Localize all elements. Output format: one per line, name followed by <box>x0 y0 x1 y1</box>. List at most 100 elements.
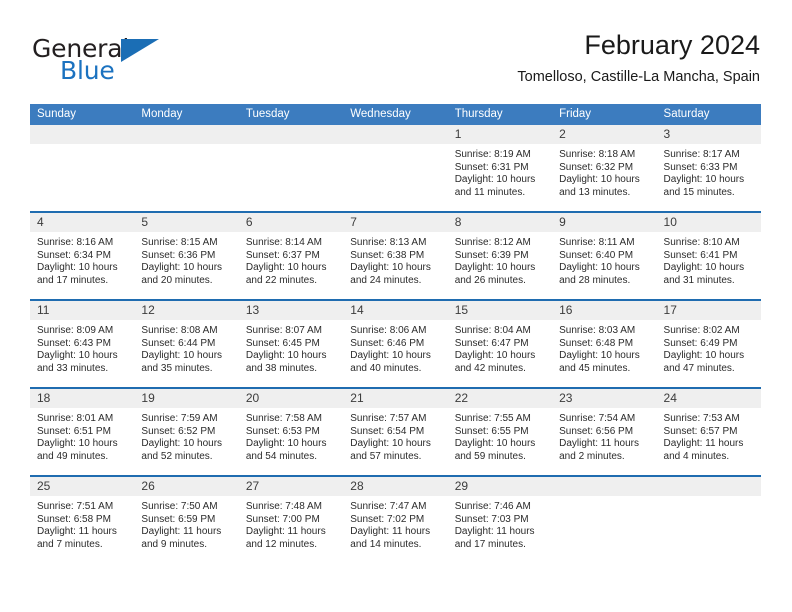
daylight-text: Daylight: 10 hours and 49 minutes. <box>37 438 118 462</box>
day-number-band: 12 <box>134 301 239 320</box>
day-sun-info: Sunrise: 8:02 AM Sunset: 6:49 PM Daylight:… <box>657 320 761 375</box>
day-number-band: 27 <box>238 477 344 496</box>
daylight-text: Daylight: 10 hours and 28 minutes. <box>559 262 640 286</box>
day-number-band: 15 <box>447 301 553 320</box>
day-sun-info: Sunrise: 8:18 AM Sunset: 6:32 PM Daylight:… <box>552 144 656 199</box>
daylight-text: Daylight: 10 hours and 45 minutes. <box>559 350 640 374</box>
day-number-band: 5 <box>134 213 239 232</box>
day-sun-info: Sunrise: 8:17 AM Sunset: 6:33 PM Daylight:… <box>657 144 761 199</box>
day-number: 19 <box>141 391 155 405</box>
day-number: 24 <box>663 391 677 405</box>
calendar-day-cell[interactable]: 6 Sunrise: 8:14 AM Sunset: 6:37 PM Daylight… <box>238 213 344 299</box>
calendar-day-cell[interactable]: 19 Sunrise: 7:59 AM Sunset: 6:52 PM Dayligh… <box>134 389 239 475</box>
calendar-day-cell[interactable]: 10 Sunrise: 8:10 AM Sunset: 6:41 PM Dayligh… <box>656 213 761 299</box>
calendar-day-cell[interactable]: 2 Sunrise: 8:18 AM Sunset: 6:32 PM Daylight… <box>552 125 657 211</box>
sunset-text: Sunset: 6:47 PM <box>454 337 529 349</box>
day-number-band <box>238 125 344 144</box>
page-title: February 2024 <box>584 30 760 60</box>
sunset-text: Sunset: 6:58 PM <box>37 513 111 525</box>
sunrise-text: Sunrise: 8:04 AM <box>454 325 531 336</box>
calendar-day-cell[interactable]: 25 Sunrise: 7:51 AM Sunset: 6:58 PM Dayligh… <box>30 477 135 563</box>
daylight-text: Daylight: 10 hours and 24 minutes. <box>350 262 431 286</box>
day-number-band: 16 <box>552 301 657 320</box>
calendar-page: General Blue February 2024 Tomelloso, Ca… <box>0 0 792 612</box>
day-number: 18 <box>37 391 51 405</box>
day-number: 11 <box>37 303 50 317</box>
daylight-text: Daylight: 11 hours and 17 minutes. <box>454 526 535 550</box>
calendar-day-cell[interactable]: 15 Sunrise: 8:04 AM Sunset: 6:47 PM Dayligh… <box>447 301 553 387</box>
sunset-text: Sunset: 6:51 PM <box>37 425 111 437</box>
calendar-day-cell[interactable]: 8 Sunrise: 8:12 AM Sunset: 6:39 PM Daylight… <box>447 213 553 299</box>
sunset-text: Sunset: 7:02 PM <box>350 513 425 525</box>
sunrise-text: Sunrise: 8:18 AM <box>559 149 636 160</box>
daylight-text: Daylight: 10 hours and 33 minutes. <box>37 350 118 374</box>
sunrise-text: Sunrise: 8:02 AM <box>663 325 740 336</box>
sunset-text: Sunset: 6:34 PM <box>37 249 111 261</box>
day-sun-info: Sunrise: 7:47 AM Sunset: 7:02 PM Daylight:… <box>343 496 447 551</box>
calendar-day-cell[interactable]: 20 Sunrise: 7:58 AM Sunset: 6:53 PM Dayligh… <box>238 389 344 475</box>
day-number-band <box>134 125 239 144</box>
calendar-day-cell[interactable]: 28 Sunrise: 7:47 AM Sunset: 7:02 PM Dayligh… <box>343 477 448 563</box>
day-sun-info: Sunrise: 8:15 AM Sunset: 6:36 PM Daylight:… <box>134 232 238 287</box>
day-number-band: 23 <box>552 389 657 408</box>
day-sun-info: Sunrise: 8:14 AM Sunset: 6:37 PM Daylight:… <box>239 232 343 287</box>
calendar-day-cell[interactable]: 3 Sunrise: 8:17 AM Sunset: 6:33 PM Daylight… <box>656 125 761 211</box>
day-number-band: 25 <box>30 477 135 496</box>
calendar-day-cell[interactable]: 5 Sunrise: 8:15 AM Sunset: 6:36 PM Daylight… <box>134 213 239 299</box>
day-sun-info: Sunrise: 8:16 AM Sunset: 6:34 PM Daylight:… <box>30 232 134 287</box>
sunrise-text: Sunrise: 8:17 AM <box>663 149 740 160</box>
calendar-day-cell[interactable]: 18 Sunrise: 8:01 AM Sunset: 6:51 PM Dayligh… <box>30 389 135 475</box>
daylight-text: Daylight: 10 hours and 57 minutes. <box>350 438 431 462</box>
day-number-band: 2 <box>552 125 657 144</box>
day-sun-info: Sunrise: 8:10 AM Sunset: 6:41 PM Daylight:… <box>657 232 761 287</box>
calendar-grid: Sunday Monday Tuesday Wednesday Thursday Frid… <box>30 104 761 563</box>
page-subtitle: Tomelloso, Castille-La Mancha, Spain <box>517 69 760 85</box>
daylight-text: Daylight: 10 hours and 22 minutes. <box>245 262 327 286</box>
calendar-day-cell[interactable]: 26 Sunrise: 7:50 AM Sunset: 6:59 PM Dayligh… <box>134 477 239 563</box>
calendar-day-cell[interactable]: 12 Sunrise: 8:08 AM Sunset: 6:44 PM Dayligh… <box>134 301 239 387</box>
calendar-day-cell-empty <box>552 477 657 563</box>
sunset-text: Sunset: 6:43 PM <box>37 337 111 349</box>
day-number-band: 22 <box>447 389 553 408</box>
calendar-week-row: 11 Sunrise: 8:09 AM Sunset: 6:43 PM Dayligh… <box>30 299 761 387</box>
calendar-day-cell[interactable]: 21 Sunrise: 7:57 AM Sunset: 6:54 PM Dayligh… <box>343 389 448 475</box>
daylight-text: Daylight: 10 hours and 15 minutes. <box>663 174 745 198</box>
day-sun-info: Sunrise: 7:57 AM Sunset: 6:54 PM Daylight:… <box>343 408 447 463</box>
daylight-text: Daylight: 11 hours and 14 minutes. <box>350 526 431 550</box>
weekday-header-monday: Monday <box>141 108 183 120</box>
sunset-text: Sunset: 6:39 PM <box>454 249 529 261</box>
calendar-day-cell[interactable]: 14 Sunrise: 8:06 AM Sunset: 6:46 PM Dayligh… <box>343 301 448 387</box>
calendar-day-cell[interactable]: 11 Sunrise: 8:09 AM Sunset: 6:43 PM Dayligh… <box>30 301 135 387</box>
calendar-day-cell[interactable]: 4 Sunrise: 8:16 AM Sunset: 6:34 PM Daylight… <box>30 213 135 299</box>
sunset-text: Sunset: 6:38 PM <box>350 249 425 261</box>
daylight-text: Daylight: 10 hours and 38 minutes. <box>245 350 327 374</box>
calendar-day-cell[interactable]: 13 Sunrise: 8:07 AM Sunset: 6:45 PM Dayligh… <box>238 301 344 387</box>
sunrise-text: Sunrise: 8:08 AM <box>141 325 218 336</box>
day-number-band: 1 <box>447 125 553 144</box>
day-number-band: 26 <box>134 477 239 496</box>
calendar-day-cell[interactable]: 1 Sunrise: 8:19 AM Sunset: 6:31 PM Daylight… <box>447 125 553 211</box>
sunrise-text: Sunrise: 7:54 AM <box>559 413 636 424</box>
day-number-band <box>552 477 657 496</box>
day-number: 12 <box>141 303 155 317</box>
day-number: 9 <box>559 215 566 229</box>
calendar-day-cell[interactable]: 17 Sunrise: 8:02 AM Sunset: 6:49 PM Dayligh… <box>656 301 761 387</box>
day-sun-info: Sunrise: 8:04 AM Sunset: 6:47 PM Daylight:… <box>448 320 552 375</box>
sunset-text: Sunset: 6:48 PM <box>559 337 634 349</box>
calendar-day-cell[interactable]: 23 Sunrise: 7:54 AM Sunset: 6:56 PM Dayligh… <box>552 389 657 475</box>
day-sun-info: Sunrise: 7:55 AM Sunset: 6:55 PM Daylight:… <box>448 408 552 463</box>
sunrise-text: Sunrise: 8:07 AM <box>245 325 322 336</box>
calendar-day-cell[interactable]: 24 Sunrise: 7:53 AM Sunset: 6:57 PM Dayligh… <box>656 389 761 475</box>
calendar-day-cell[interactable]: 29 Sunrise: 7:46 AM Sunset: 7:03 PM Dayligh… <box>447 477 553 563</box>
calendar-day-cell[interactable]: 16 Sunrise: 8:03 AM Sunset: 6:48 PM Dayligh… <box>552 301 657 387</box>
sunset-text: Sunset: 6:55 PM <box>454 425 529 437</box>
sunset-text: Sunset: 6:46 PM <box>350 337 425 349</box>
sunset-text: Sunset: 6:32 PM <box>559 161 634 173</box>
calendar-day-cell[interactable]: 7 Sunrise: 8:13 AM Sunset: 6:38 PM Daylight… <box>343 213 448 299</box>
sunrise-text: Sunrise: 8:03 AM <box>559 325 636 336</box>
weekday-header-tuesday: Tuesday <box>245 108 290 120</box>
calendar-day-cell[interactable]: 22 Sunrise: 7:55 AM Sunset: 6:55 PM Dayligh… <box>447 389 553 475</box>
weekday-header-row: Sunday Monday Tuesday Wednesday Thursday Frid… <box>30 104 761 125</box>
calendar-day-cell[interactable]: 9 Sunrise: 8:11 AM Sunset: 6:40 PM Daylight… <box>552 213 657 299</box>
calendar-day-cell[interactable]: 27 Sunrise: 7:48 AM Sunset: 7:00 PM Dayligh… <box>238 477 344 563</box>
